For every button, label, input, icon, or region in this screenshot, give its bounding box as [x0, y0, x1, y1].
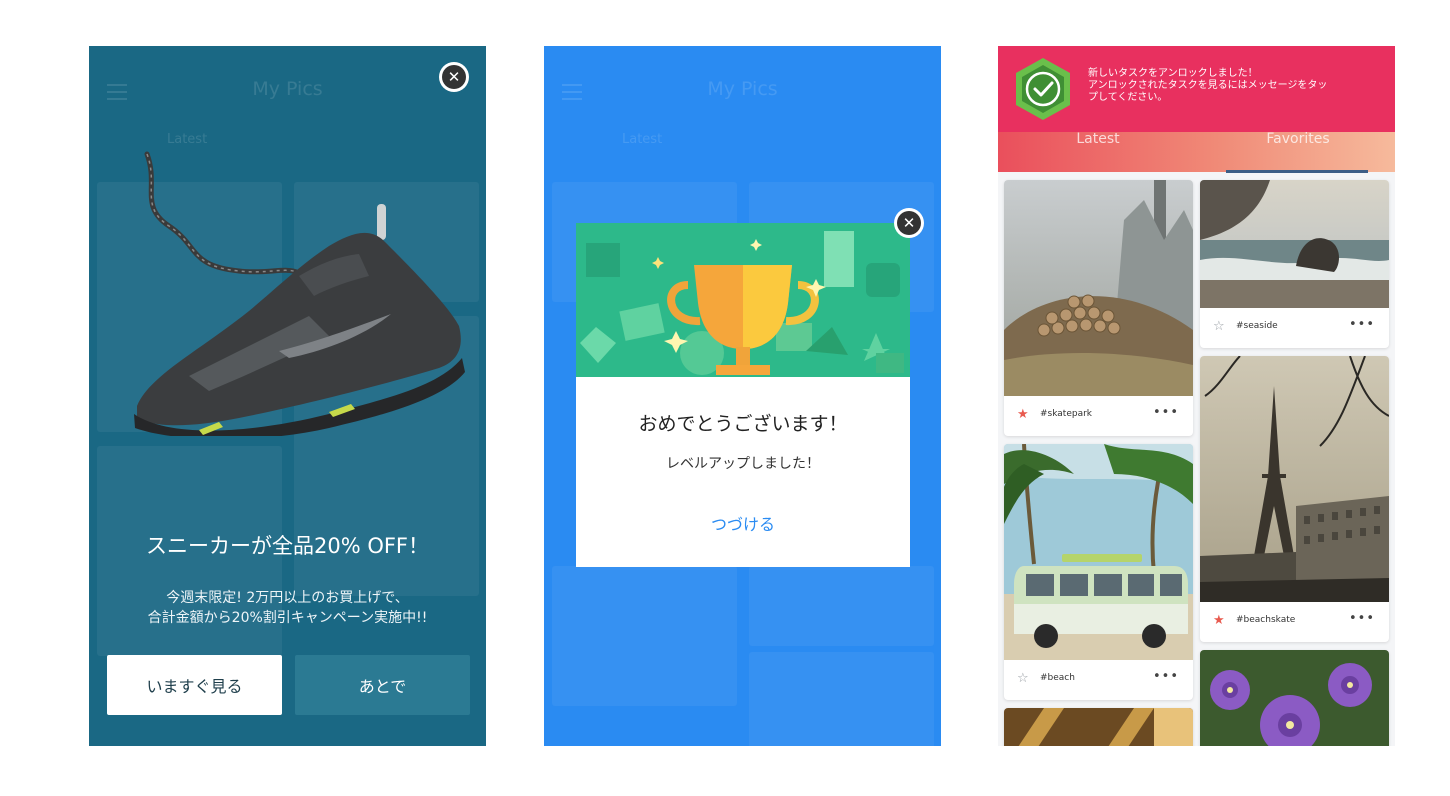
card-tag: #seaside — [1236, 321, 1278, 331]
tab-favorites[interactable]: Favorites — [1208, 132, 1388, 172]
unlock-notification[interactable]: 新しいタスクをアンロックしました！ アンロックされたタスクを見るにはメッセージを… — [998, 46, 1395, 132]
photo-partial — [1004, 708, 1193, 746]
photo-card[interactable]: ☆ #seaside ••• — [1200, 180, 1389, 348]
trophy-banner — [576, 223, 910, 377]
later-button[interactable]: あとで — [295, 655, 470, 715]
photo-card[interactable]: ☆ #beach ••• — [1004, 444, 1193, 700]
promo-description-line: 合計金額から20%割引キャンペーン実施中!! — [147, 610, 428, 626]
photo-flowers — [1200, 650, 1389, 746]
more-options-icon[interactable]: ••• — [1153, 405, 1179, 420]
card-footer: ☆ #beach ••• — [1004, 660, 1193, 700]
promo-screen: My Pics Latest ✕ スニーカーが全品20% OFF！ 今週末限定!… — [89, 46, 486, 746]
card-footer: ★ #skatepark ••• — [1004, 396, 1193, 436]
more-options-icon[interactable]: ••• — [1153, 669, 1179, 684]
promo-description: 今週末限定! 2万円以上のお買上げで、 合計金額から20%割引キャンペーン実施中… — [89, 588, 486, 628]
more-options-icon[interactable]: ••• — [1349, 611, 1375, 626]
more-options-icon[interactable]: ••• — [1349, 317, 1375, 332]
card-footer: ☆ #seaside ••• — [1200, 308, 1389, 348]
star-outline-icon[interactable]: ☆ — [1213, 320, 1225, 334]
star-outline-icon[interactable]: ☆ — [1017, 672, 1029, 686]
notification-line: 新しいタスクをアンロックしました！ — [1088, 68, 1258, 79]
photo-beach-van — [1004, 444, 1193, 660]
photo-card[interactable]: ★ #skatepark ••• — [1004, 180, 1193, 436]
background-card — [749, 566, 934, 646]
star-filled-icon[interactable]: ★ — [1017, 408, 1029, 422]
card-tag: #beach — [1040, 673, 1075, 683]
background-app-title: My Pics — [252, 78, 323, 100]
continue-button[interactable]: つづける — [576, 511, 910, 535]
close-icon: ✕ — [897, 211, 921, 235]
photo-seaside — [1200, 180, 1389, 308]
notification-line: プしてください。 — [1088, 92, 1168, 103]
card-tag: #beachskate — [1236, 615, 1296, 625]
active-tab-indicator — [1226, 170, 1368, 173]
notification-text: 新しいタスクをアンロックしました！ アンロックされたタスクを見るにはメッセージを… — [1088, 68, 1388, 104]
photo-logs — [1004, 180, 1193, 396]
feed-screen: Latest Favorites 新しいタスクをアンロックしました！ アンロック… — [998, 46, 1395, 746]
dialog-subtitle: レベルアップしました！ — [666, 456, 820, 472]
photo-eiffel-tower — [1200, 356, 1389, 602]
photo-card[interactable]: ★ #beachskate ••• — [1200, 356, 1389, 642]
background-card — [749, 652, 934, 746]
trophy-icon — [580, 231, 904, 375]
star-filled-icon[interactable]: ★ — [1213, 614, 1225, 628]
close-button[interactable]: ✕ — [894, 208, 924, 238]
badge-check-icon — [1016, 58, 1070, 120]
tab-latest[interactable]: Latest — [1008, 132, 1188, 172]
tab-bar: Latest Favorites — [998, 132, 1395, 173]
dialog-title: おめでとうございます！ — [638, 413, 848, 435]
notification-line: アンロックされたタスクを見るにはメッセージをタッ — [1088, 80, 1328, 91]
photo-card[interactable] — [1004, 708, 1193, 746]
background-tab-latest: Latest — [622, 132, 663, 147]
close-icon: ✕ — [442, 65, 466, 89]
photo-card[interactable] — [1200, 650, 1389, 746]
achievement-screen: My Pics Latest おめでとうございます！ レベルアップしました！ つ… — [544, 46, 941, 746]
view-now-button[interactable]: いますぐ見る — [107, 655, 282, 715]
card-tag: #skatepark — [1040, 409, 1093, 419]
promo-title: スニーカーが全品20% OFF！ — [145, 534, 430, 558]
card-footer: ★ #beachskate ••• — [1200, 602, 1389, 642]
close-button[interactable]: ✕ — [439, 62, 469, 92]
background-tab-latest: Latest — [167, 132, 208, 147]
background-app-title: My Pics — [707, 78, 778, 100]
achievement-dialog: おめでとうございます！ レベルアップしました！ つづける — [576, 223, 910, 567]
background-card — [552, 566, 737, 706]
sneaker-image — [129, 146, 469, 440]
promo-description-line: 今週末限定! 2万円以上のお買上げで、 — [166, 590, 409, 606]
